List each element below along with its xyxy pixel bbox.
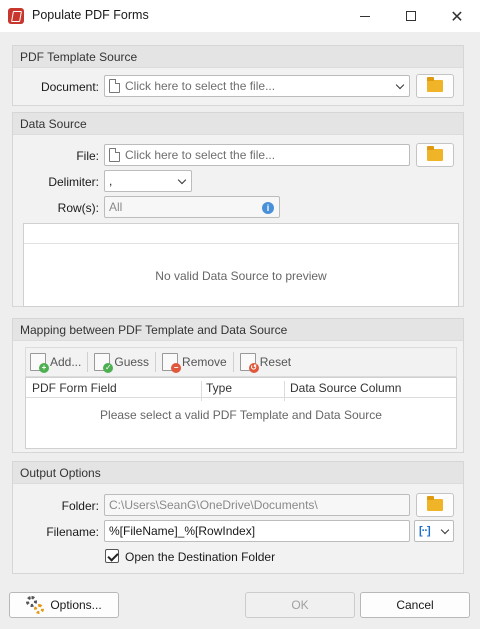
add-mapping-button[interactable]: + Add... (26, 349, 85, 375)
browse-document-button[interactable] (416, 74, 454, 98)
preview-header-row (24, 224, 458, 244)
window-title: Populate PDF Forms (32, 8, 149, 22)
app-logo-icon (8, 8, 24, 24)
remove-icon: − (162, 353, 182, 373)
chevron-down-icon (177, 175, 187, 185)
file-icon (109, 148, 120, 162)
guess-mapping-button[interactable]: ✓ Guess (90, 349, 153, 375)
data-file-field[interactable]: Click here to select the file... (104, 144, 410, 166)
add-icon: + (30, 353, 49, 373)
cancel-button[interactable]: Cancel (360, 592, 470, 618)
remove-label: Remove (182, 355, 227, 369)
options-button[interactable]: Options... (9, 592, 119, 618)
document-select[interactable]: Click here to select the file... (104, 75, 410, 97)
open-folder-label[interactable]: Open the Destination Folder (125, 550, 275, 564)
file-label: File: (76, 149, 99, 163)
maximize-button[interactable] (388, 0, 434, 32)
rows-label: Row(s): (57, 201, 99, 215)
rows-field[interactable]: All i (104, 196, 280, 218)
delimiter-select[interactable]: , (104, 170, 192, 192)
folder-icon (427, 77, 443, 92)
mapping-group: Mapping between PDF Template and Data So… (12, 318, 464, 453)
minimize-button[interactable] (342, 0, 388, 32)
close-button[interactable]: ✕ (434, 0, 480, 32)
title-bar: Populate PDF Forms ✕ (0, 0, 480, 32)
output-folder-value: C:\Users\SeanG\OneDrive\Documents\ (109, 498, 318, 512)
ok-label: OK (291, 598, 309, 612)
guess-icon: ✓ (94, 353, 114, 373)
output-filename-field[interactable]: %[FileName]_%[RowIndex] (104, 520, 410, 542)
chevron-down-icon (440, 525, 450, 535)
browse-data-file-button[interactable] (416, 143, 454, 167)
toolbar-separator (87, 352, 89, 372)
output-options-header: Output Options (13, 462, 463, 484)
minimize-icon (360, 15, 370, 17)
column-header-pdf-form-field[interactable]: PDF Form Field (32, 381, 117, 395)
file-icon (109, 79, 120, 93)
column-divider (284, 381, 285, 401)
column-divider (201, 381, 202, 401)
document-placeholder: Click here to select the file... (125, 79, 276, 93)
reset-label: Reset (259, 355, 292, 369)
filename-label: Filename: (46, 525, 99, 539)
reset-icon: ↺ (239, 353, 259, 373)
output-folder-field[interactable]: C:\Users\SeanG\OneDrive\Documents\ (104, 494, 410, 516)
browse-folder-button[interactable] (416, 493, 454, 517)
remove-mapping-button[interactable]: − Remove (158, 349, 231, 375)
data-preview-pane: No valid Data Source to preview (23, 223, 459, 307)
close-icon: ✕ (450, 6, 464, 26)
preview-empty-message: No valid Data Source to preview (155, 269, 327, 283)
template-source-group: PDF Template Source Document: Click here… (12, 45, 464, 106)
folder-label: Folder: (61, 499, 99, 513)
mapping-table-header: PDF Form Field Type Data Source Column (26, 378, 456, 401)
maximize-icon (406, 11, 416, 21)
template-source-header: PDF Template Source (13, 46, 463, 68)
data-file-placeholder: Click here to select the file... (125, 148, 276, 162)
toolbar-separator (155, 352, 157, 372)
chevron-down-icon (395, 80, 405, 90)
mapping-empty-message: Please select a valid PDF Template and D… (100, 408, 382, 422)
dialog-body: PDF Template Source Document: Click here… (0, 32, 480, 629)
rows-value: All (109, 200, 123, 214)
folder-icon (427, 146, 443, 161)
data-source-header: Data Source (13, 113, 463, 135)
folder-tree-icon (427, 496, 443, 511)
guess-label: Guess (114, 355, 150, 369)
mapping-toolbar: + Add... ✓ Guess − Remove ↺ Reset (25, 347, 457, 377)
toolbar-separator (232, 352, 234, 372)
macro-icon: [··] (419, 525, 431, 537)
ok-button[interactable]: OK (245, 592, 355, 618)
gear-icon (26, 596, 45, 614)
cancel-label: Cancel (396, 598, 434, 612)
add-label: Add... (50, 355, 82, 369)
options-label: Options... (50, 598, 102, 612)
mapping-header: Mapping between PDF Template and Data So… (13, 319, 463, 341)
data-source-group: Data Source File: Click here to select t… (12, 112, 464, 307)
output-options-group: Output Options Folder: C:\Users\SeanG\On… (12, 461, 464, 574)
delimiter-value: , (109, 174, 113, 188)
output-filename-value: %[FileName]_%[RowIndex] (109, 524, 256, 538)
mapping-table: PDF Form Field Type Data Source Column P… (25, 377, 457, 449)
column-header-type[interactable]: Type (206, 381, 232, 395)
open-folder-checkbox[interactable] (105, 549, 119, 563)
info-icon[interactable]: i (262, 202, 274, 214)
insert-macro-button[interactable]: [··] (414, 520, 454, 542)
delimiter-label: Delimiter: (48, 175, 99, 189)
reset-mapping-button[interactable]: ↺ Reset (236, 349, 295, 375)
column-header-data-source-column[interactable]: Data Source Column (290, 381, 401, 395)
document-label: Document: (40, 80, 99, 94)
